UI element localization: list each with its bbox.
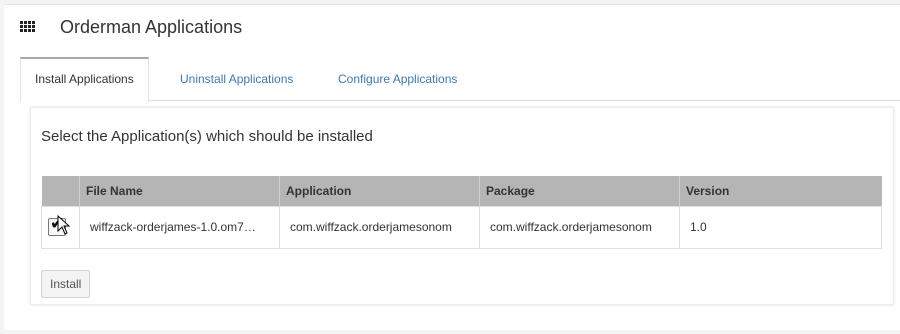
column-header-version: Version <box>686 183 730 198</box>
cell-version: 1.0 <box>679 205 882 249</box>
cell-application: com.wiffzack.orderjamesonom <box>279 205 480 249</box>
tab-configure-applications[interactable]: Configure Applications <box>324 57 471 101</box>
applications-table: File Name Application Package Version ✔ … <box>41 176 882 249</box>
column-header-application: Application <box>279 176 480 206</box>
cell-file-name: wiffzack-orderjames-1.0.om7… <box>79 205 280 249</box>
install-button[interactable]: Install <box>41 270 91 298</box>
panel-heading: Select the Application(s) which should b… <box>41 128 373 145</box>
page: Orderman Applications Install Applicatio… <box>4 4 900 330</box>
tab-uninstall-applications[interactable]: Uninstall Applications <box>166 57 307 101</box>
mouse-pointer-icon <box>57 215 71 235</box>
page-header: Orderman Applications <box>4 5 900 55</box>
table-header-row: File Name Application Package Version <box>41 176 882 206</box>
install-panel: Select the Application(s) which should b… <box>30 107 894 305</box>
apps-grid-icon[interactable] <box>20 21 36 33</box>
column-header-select <box>41 176 80 206</box>
column-header-file-name: File Name <box>79 176 280 206</box>
column-header-package: Package <box>479 176 680 206</box>
tab-bar: Install Applications Uninstall Applicati… <box>20 57 900 102</box>
page-title: Orderman Applications <box>60 17 243 37</box>
cell-package: com.wiffzack.orderjamesonom <box>479 205 680 249</box>
table-row[interactable]: ✔ wiffzack-orderjames-1.0.om7… com.wiffz… <box>41 205 882 249</box>
tab-install-applications[interactable]: Install Applications <box>20 57 149 102</box>
